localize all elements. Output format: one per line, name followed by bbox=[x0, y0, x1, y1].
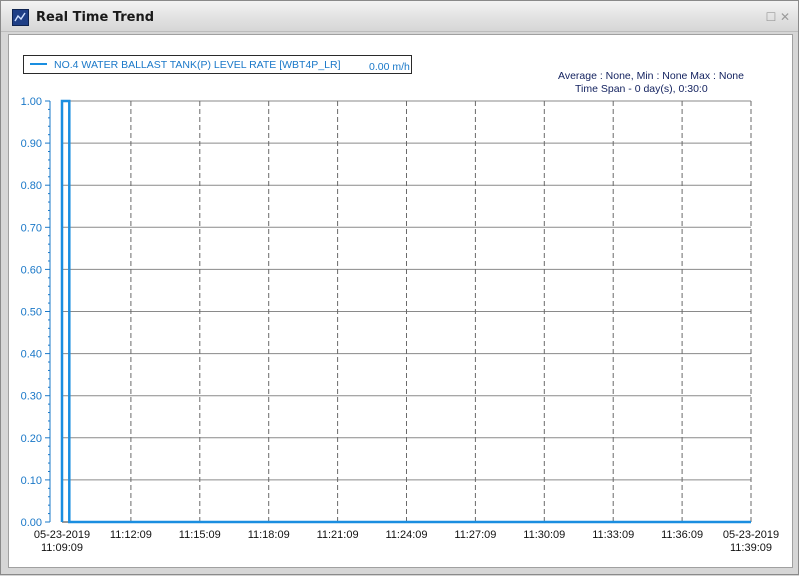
x-tick-label: 11:12:09 bbox=[110, 529, 152, 541]
x-tick-label: 11:09:09 bbox=[41, 542, 83, 554]
y-tick-label: 1.00 bbox=[21, 96, 42, 108]
x-tick-label: 11:18:09 bbox=[248, 529, 290, 541]
x-tick-label: 11:24:09 bbox=[385, 529, 427, 541]
y-tick-label: 0.50 bbox=[21, 307, 42, 319]
x-tick-label: 11:39:09 bbox=[730, 542, 772, 554]
y-tick-label: 0.30 bbox=[21, 391, 42, 403]
x-tick-label: 11:27:09 bbox=[454, 529, 496, 541]
trend-chart[interactable]: 0.00 0.10 0.20 0.30 0.40 0.50 0.60 0.70 0.80 0.90… bbox=[1, 1, 799, 576]
x-tick-label: 05-23-2019 bbox=[34, 529, 90, 541]
y-tick-label: 0.90 bbox=[21, 138, 42, 150]
y-tick-label: 0.70 bbox=[21, 222, 42, 234]
y-tick-label: 0.10 bbox=[21, 475, 42, 487]
y-tick-label: 0.80 bbox=[21, 180, 42, 192]
y-tick-label: 0.00 bbox=[21, 517, 42, 529]
y-tick-label: 0.40 bbox=[21, 349, 42, 361]
y-tick-label: 0.20 bbox=[21, 433, 42, 445]
x-tick-label: 11:21:09 bbox=[317, 529, 359, 541]
x-tick-label: 11:36:09 bbox=[661, 529, 703, 541]
x-tick-label: 05-23-2019 bbox=[723, 529, 779, 541]
y-tick-label: 0.60 bbox=[21, 264, 42, 276]
x-tick-label: 11:33:09 bbox=[592, 529, 634, 541]
x-tick-label: 11:30:09 bbox=[523, 529, 565, 541]
real-time-trend-window: Real Time Trend ☐ ✕ NO.4 WATER BALLAST T… bbox=[0, 0, 799, 575]
x-tick-label: 11:15:09 bbox=[179, 529, 221, 541]
